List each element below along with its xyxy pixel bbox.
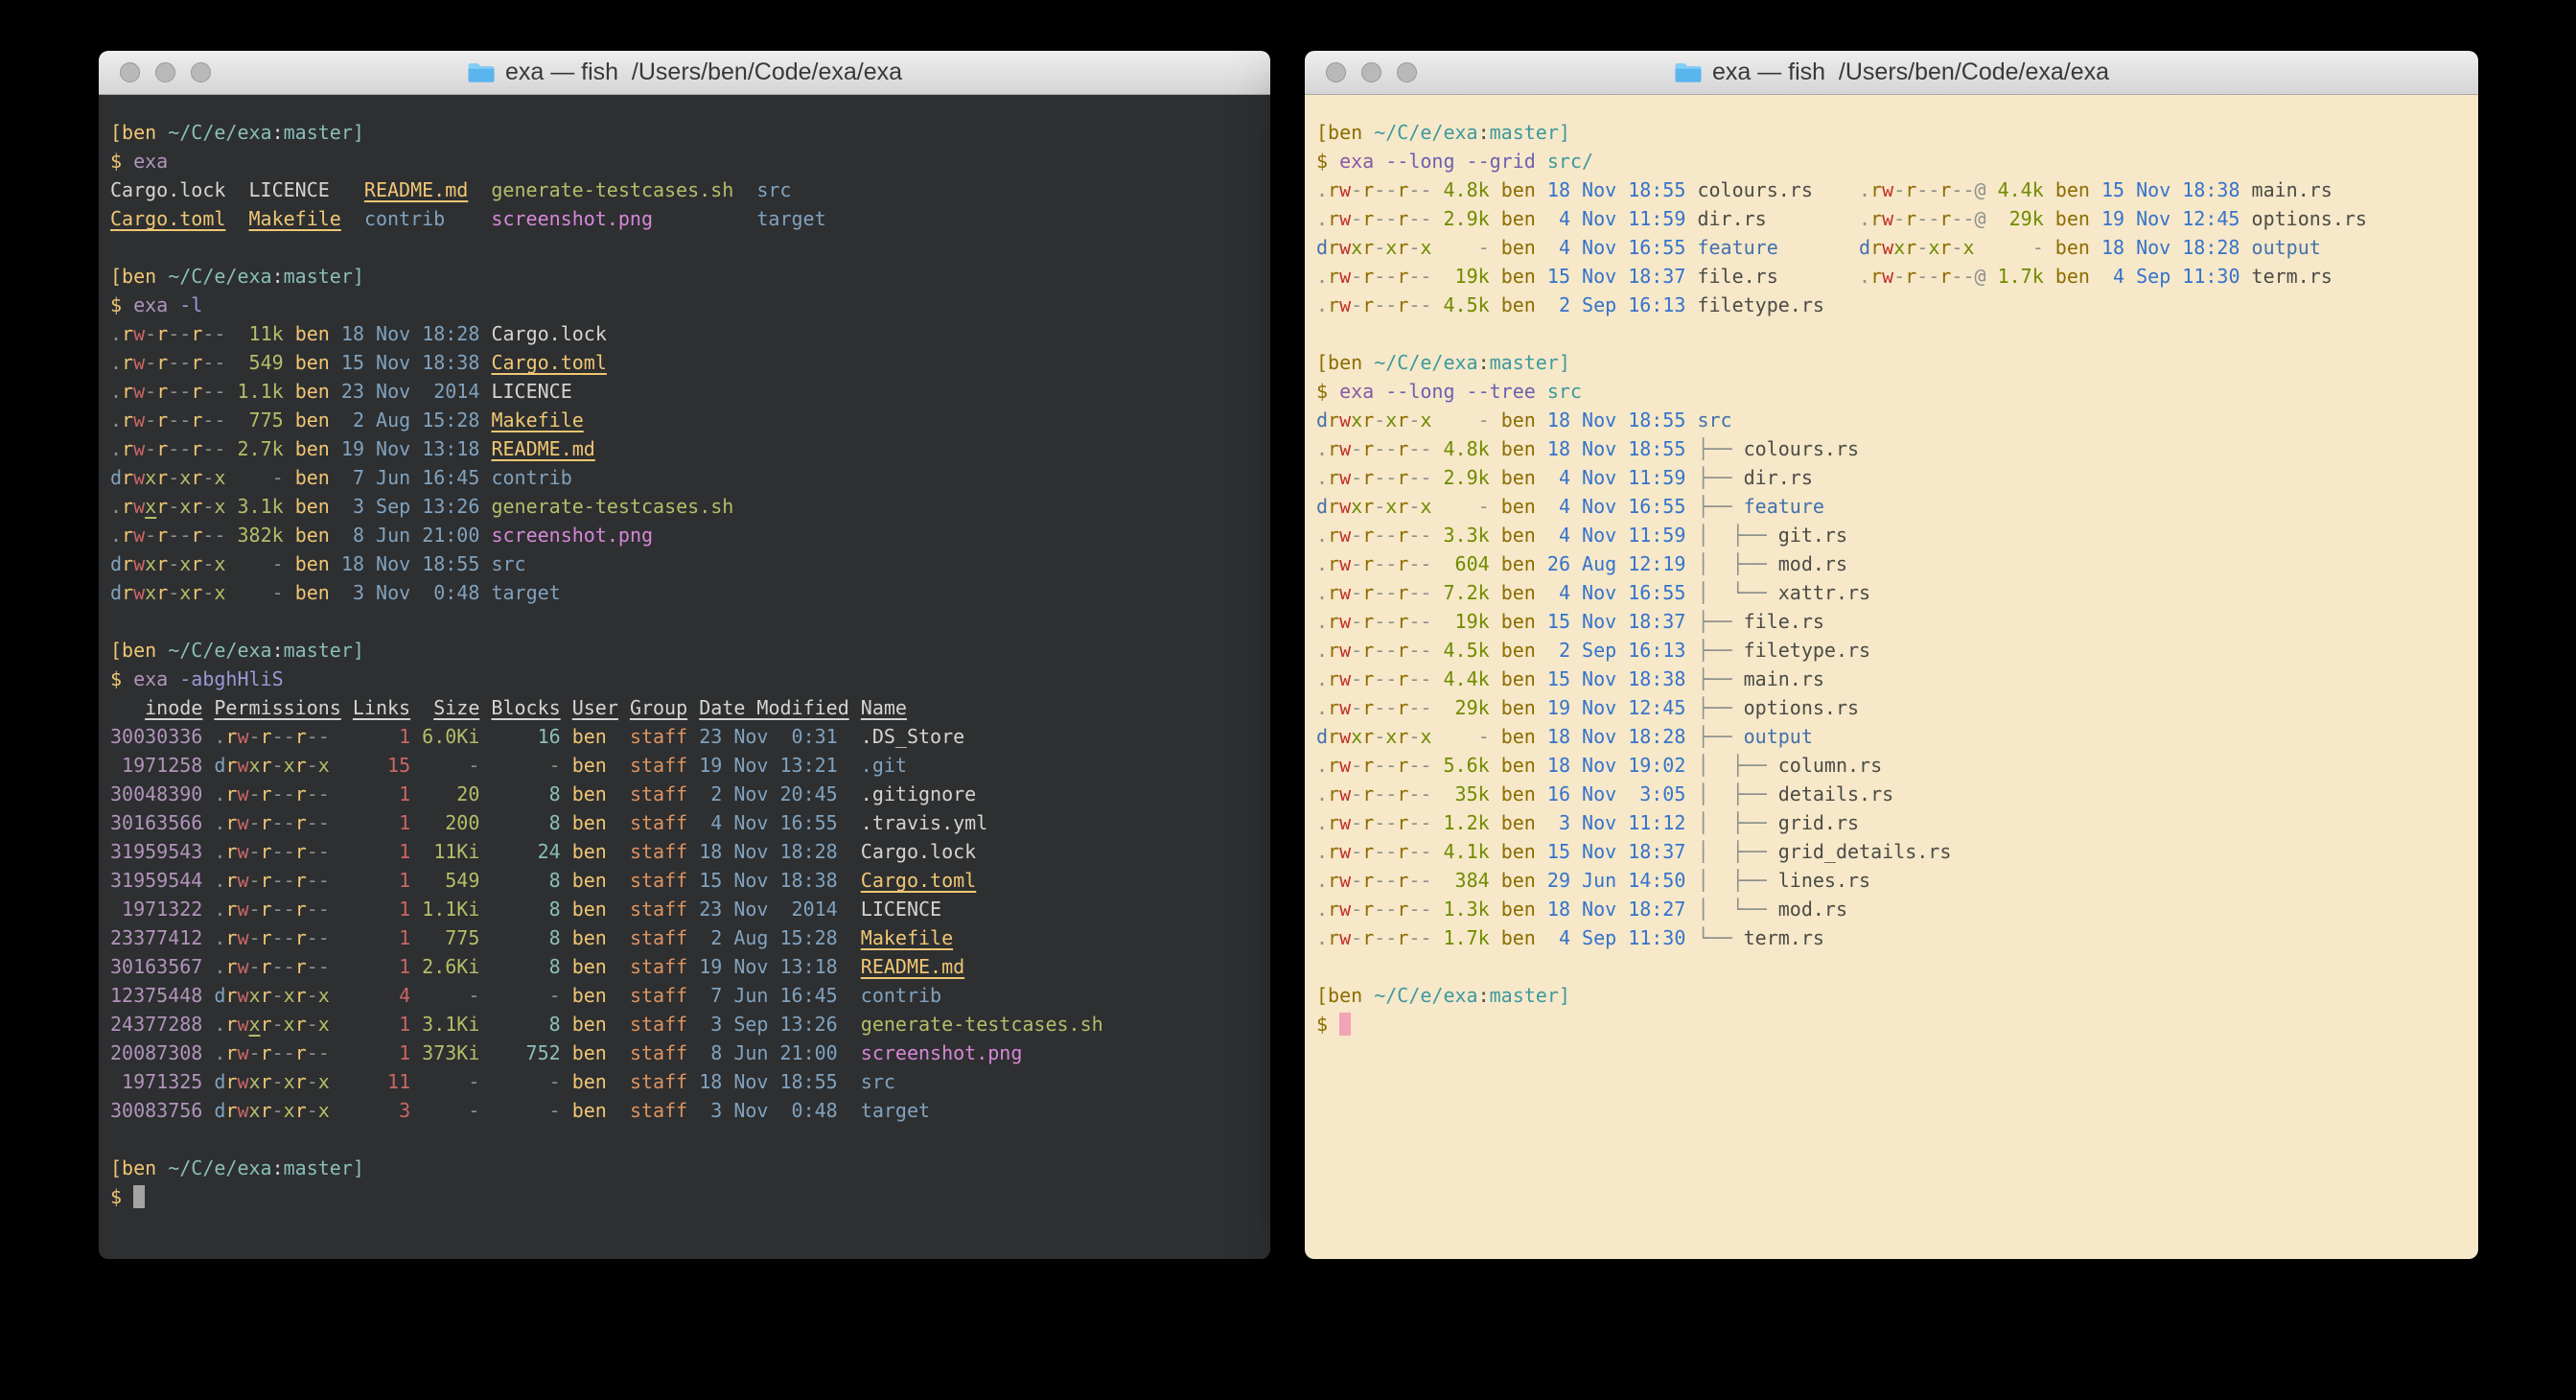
terminal-line: 12375448 drwxr-xr-x 4 - - ben staff 7 Ju… xyxy=(110,981,1270,1010)
cursor xyxy=(133,1185,145,1208)
terminal-window-light: exa — fish /Users/ben/Code/exa/exa [ben … xyxy=(1305,51,2478,1259)
terminal-line xyxy=(110,233,1270,262)
terminal-line: $ xyxy=(110,1182,1270,1211)
terminal-line: .rw-r--r-- 11k ben 18 Nov 18:28 Cargo.lo… xyxy=(110,319,1270,348)
terminal-line: drwxr-xr-x - ben 18 Nov 18:28 ├── output xyxy=(1316,722,2478,751)
terminal-line: 1971325 drwxr-xr-x 11 - - ben staff 18 N… xyxy=(110,1067,1270,1096)
terminal-line: drwxr-xr-x - ben 7 Jun 16:45 contrib xyxy=(110,463,1270,492)
terminal-line: $ xyxy=(1316,1010,2478,1038)
terminal-line: .rw-r--r-- 7.2k ben 4 Nov 16:55 │ └── xa… xyxy=(1316,578,2478,607)
terminal-line: .rw-r--r-- 2.7k ben 19 Nov 13:18 README.… xyxy=(110,434,1270,463)
terminal-line: drwxr-xr-x - ben 3 Nov 0:48 target xyxy=(110,578,1270,607)
terminal-line: Cargo.toml Makefile contrib screenshot.p… xyxy=(110,204,1270,233)
folder-icon xyxy=(467,61,496,84)
terminal-line: 1971322 .rw-r--r-- 1 1.1Ki 8 ben staff 2… xyxy=(110,895,1270,923)
terminal-line: .rw-r--r-- 4.5k ben 2 Sep 16:13 filetype… xyxy=(1316,291,2478,319)
title-group: exa — fish /Users/ben/Code/exa/exa xyxy=(1674,58,2109,86)
terminal-line: $ exa -abghHliS xyxy=(110,665,1270,693)
terminal-line: Cargo.lock LICENCE README.md generate-te… xyxy=(110,175,1270,204)
terminal-line: 30163567 .rw-r--r-- 1 2.6Ki 8 ben staff … xyxy=(110,952,1270,981)
terminal-line: .rw-r--r-- 4.4k ben 15 Nov 18:38 ├── mai… xyxy=(1316,665,2478,693)
terminal-line: .rwxr-xr-x 3.1k ben 3 Sep 13:26 generate… xyxy=(110,492,1270,521)
terminal-window-dark: exa — fish /Users/ben/Code/exa/exa [ben … xyxy=(99,51,1270,1259)
terminal-line: .rw-r--r-- 5.6k ben 18 Nov 19:02 │ ├── c… xyxy=(1316,751,2478,780)
terminal-line: .rw-r--r-- 4.8k ben 18 Nov 18:55 colours… xyxy=(1316,175,2478,204)
terminal-line: [ben ~/C/e/exa:master] xyxy=(110,1154,1270,1182)
terminal-line: 24377288 .rwxr-xr-x 1 3.1Ki 8 ben staff … xyxy=(110,1010,1270,1038)
terminal-line: [ben ~/C/e/exa:master] xyxy=(1316,348,2478,377)
terminal-line: inode Permissions Links Size Blocks User… xyxy=(110,693,1270,722)
terminal-line: .rw-r--r-- 1.3k ben 18 Nov 18:27 │ └── m… xyxy=(1316,895,2478,923)
terminal-line: $ exa --long --tree src xyxy=(1316,377,2478,406)
terminal-line: .rw-r--r-- 4.5k ben 2 Sep 16:13 ├── file… xyxy=(1316,636,2478,665)
terminal-line: 1971258 drwxr-xr-x 15 - - ben staff 19 N… xyxy=(110,751,1270,780)
terminal-line: drwxr-xr-x - ben 4 Nov 16:55 feature drw… xyxy=(1316,233,2478,262)
terminal-line: .rw-r--r-- 1.2k ben 3 Nov 11:12 │ ├── gr… xyxy=(1316,808,2478,837)
terminal-line: 30030336 .rw-r--r-- 1 6.0Ki 16 ben staff… xyxy=(110,722,1270,751)
cursor xyxy=(1339,1013,1351,1036)
window-controls xyxy=(1326,51,1417,94)
terminal-line: $ exa -l xyxy=(110,291,1270,319)
terminal-line xyxy=(110,607,1270,636)
terminal-line: .rw-r--r-- 3.3k ben 4 Nov 11:59 │ ├── gi… xyxy=(1316,521,2478,549)
minimize-button[interactable] xyxy=(1361,62,1381,82)
terminal-line: .rw-r--r-- 382k ben 8 Jun 21:00 screensh… xyxy=(110,521,1270,549)
zoom-button[interactable] xyxy=(1397,62,1417,82)
close-button[interactable] xyxy=(120,62,140,82)
minimize-button[interactable] xyxy=(155,62,175,82)
terminal-screen[interactable]: [ben ~/C/e/exa:master]$ exa --long --gri… xyxy=(1305,95,2478,1259)
title-bar[interactable]: exa — fish /Users/ben/Code/exa/exa xyxy=(99,51,1270,95)
terminal-line: .rw-r--r-- 384 ben 29 Jun 14:50 │ ├── li… xyxy=(1316,866,2478,895)
terminal-line: .rw-r--r-- 549 ben 15 Nov 18:38 Cargo.to… xyxy=(110,348,1270,377)
terminal-line: 30083756 drwxr-xr-x 3 - - ben staff 3 No… xyxy=(110,1096,1270,1125)
terminal-line: .rw-r--r-- 19k ben 15 Nov 18:37 ├── file… xyxy=(1316,607,2478,636)
terminal-line: $ exa --long --grid src/ xyxy=(1316,147,2478,175)
title-group: exa — fish /Users/ben/Code/exa/exa xyxy=(467,58,902,86)
terminal-line: .rw-r--r-- 2.9k ben 4 Nov 11:59 ├── dir.… xyxy=(1316,463,2478,492)
terminal-line: drwxr-xr-x - ben 18 Nov 18:55 src xyxy=(110,549,1270,578)
terminal-line: 31959543 .rw-r--r-- 1 11Ki 24 ben staff … xyxy=(110,837,1270,866)
terminal-line: [ben ~/C/e/exa:master] xyxy=(110,636,1270,665)
terminal-line: 30048390 .rw-r--r-- 1 20 8 ben staff 2 N… xyxy=(110,780,1270,808)
terminal-line xyxy=(110,1125,1270,1154)
terminal-line: .rw-r--r-- 1.1k ben 23 Nov 2014 LICENCE xyxy=(110,377,1270,406)
terminal-line: $ exa xyxy=(110,147,1270,175)
terminal-line: .rw-r--r-- 1.7k ben 4 Sep 11:30 └── term… xyxy=(1316,923,2478,952)
close-button[interactable] xyxy=(1326,62,1346,82)
terminal-line: 23377412 .rw-r--r-- 1 775 8 ben staff 2 … xyxy=(110,923,1270,952)
window-title: exa — fish /Users/ben/Code/exa/exa xyxy=(505,58,902,86)
zoom-button[interactable] xyxy=(191,62,211,82)
terminal-line: .rw-r--r-- 4.1k ben 15 Nov 18:37 │ ├── g… xyxy=(1316,837,2478,866)
window-title: exa — fish /Users/ben/Code/exa/exa xyxy=(1712,58,2109,86)
terminal-line: .rw-r--r-- 35k ben 16 Nov 3:05 │ ├── det… xyxy=(1316,780,2478,808)
terminal-line: drwxr-xr-x - ben 4 Nov 16:55 ├── feature xyxy=(1316,492,2478,521)
terminal-line: 20087308 .rw-r--r-- 1 373Ki 752 ben staf… xyxy=(110,1038,1270,1067)
terminal-line: [ben ~/C/e/exa:master] xyxy=(1316,981,2478,1010)
folder-icon xyxy=(1674,61,1703,84)
terminal-screen[interactable]: [ben ~/C/e/exa:master]$ exaCargo.lock LI… xyxy=(99,95,1270,1259)
terminal-line: .rw-r--r-- 4.8k ben 18 Nov 18:55 ├── col… xyxy=(1316,434,2478,463)
window-controls xyxy=(120,51,211,94)
terminal-line xyxy=(1316,319,2478,348)
terminal-line: .rw-r--r-- 604 ben 26 Aug 12:19 │ ├── mo… xyxy=(1316,549,2478,578)
terminal-line: 31959544 .rw-r--r-- 1 549 8 ben staff 15… xyxy=(110,866,1270,895)
terminal-line: .rw-r--r-- 19k ben 15 Nov 18:37 file.rs … xyxy=(1316,262,2478,291)
terminal-line: 30163566 .rw-r--r-- 1 200 8 ben staff 4 … xyxy=(110,808,1270,837)
title-bar[interactable]: exa — fish /Users/ben/Code/exa/exa xyxy=(1305,51,2478,95)
terminal-line: [ben ~/C/e/exa:master] xyxy=(110,118,1270,147)
desktop: exa — fish /Users/ben/Code/exa/exa [ben … xyxy=(0,0,2576,1400)
terminal-line: drwxr-xr-x - ben 18 Nov 18:55 src xyxy=(1316,406,2478,434)
terminal-line: [ben ~/C/e/exa:master] xyxy=(1316,118,2478,147)
terminal-line: .rw-r--r-- 29k ben 19 Nov 12:45 ├── opti… xyxy=(1316,693,2478,722)
terminal-line: .rw-r--r-- 775 ben 2 Aug 15:28 Makefile xyxy=(110,406,1270,434)
terminal-line: .rw-r--r-- 2.9k ben 4 Nov 11:59 dir.rs .… xyxy=(1316,204,2478,233)
terminal-line: [ben ~/C/e/exa:master] xyxy=(110,262,1270,291)
terminal-line xyxy=(1316,952,2478,981)
